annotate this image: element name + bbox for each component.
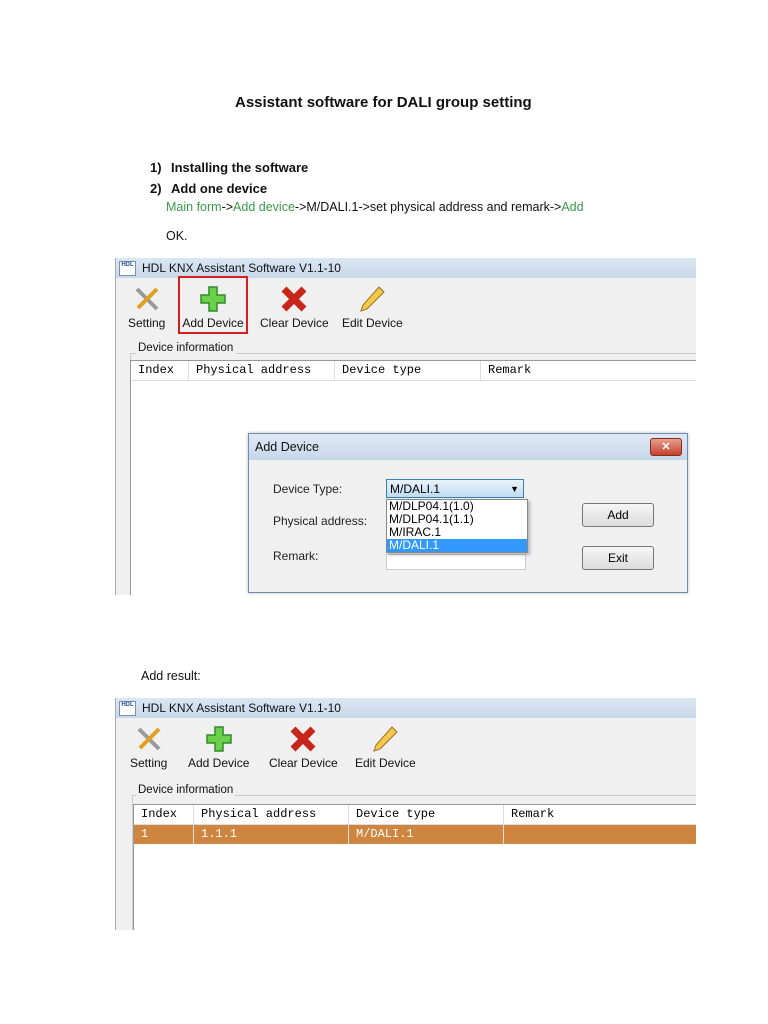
setting-label: Setting: [128, 316, 166, 330]
cell-remark: [504, 825, 696, 844]
table-header: Index Physical address Device type Remar…: [131, 361, 696, 381]
red-x-icon: [269, 722, 338, 756]
cell-address: 1.1.1: [194, 825, 349, 844]
ok-text: OK.: [166, 229, 188, 243]
clear-device-label: Clear Device: [260, 316, 329, 330]
setting-button[interactable]: Setting: [130, 722, 167, 770]
remark-input[interactable]: [386, 554, 526, 570]
device-type-value: M/DALI.1: [390, 482, 441, 496]
table-row[interactable]: 1 1.1.1 M/DALI.1: [134, 825, 696, 844]
col-device-type[interactable]: Device type: [349, 805, 504, 824]
option-dali[interactable]: M/DALI.1: [387, 539, 527, 552]
app-icon: HDL: [119, 261, 136, 276]
clear-device-button[interactable]: Clear Device: [260, 282, 329, 330]
edit-device-label: Edit Device: [355, 756, 416, 770]
exit-button[interactable]: Exit: [582, 546, 654, 570]
clear-device-button[interactable]: Clear Device: [269, 722, 338, 770]
pencil-icon: [355, 722, 416, 756]
window-title: HDL KNX Assistant Software V1.1-10: [142, 261, 341, 275]
chevron-down-icon: ▼: [510, 484, 519, 494]
edit-device-label: Edit Device: [342, 316, 403, 330]
add-device-dialog: Add Device ✕ Device Type: Physical addre…: [248, 433, 688, 593]
col-remark[interactable]: Remark: [481, 361, 696, 380]
add-device-label: Add Device: [182, 316, 244, 330]
pencil-icon: [342, 282, 403, 316]
dialog-title: Add Device: [249, 434, 687, 460]
add-device-label: Add Device: [188, 756, 250, 770]
step-1-text: Installing the software: [171, 160, 309, 175]
window-title: HDL KNX Assistant Software V1.1-10: [142, 701, 341, 715]
toolbar: Setting Add Device Clear Device Edit Dev…: [116, 276, 696, 342]
device-type-select[interactable]: M/DALI.1 ▼: [386, 479, 524, 498]
col-device-type[interactable]: Device type: [335, 361, 481, 380]
remark-label: Remark:: [273, 549, 319, 563]
red-x-icon: [260, 282, 329, 316]
doc-title: Assistant software for DALI group settin…: [235, 94, 532, 111]
physical-address-label: Physical address:: [273, 514, 368, 528]
device-type-dropdown: M/DLP04.1(1.0) M/DLP04.1(1.1) M/IRAC.1 M…: [386, 499, 528, 553]
device-type-label: Device Type:: [273, 482, 343, 496]
group-label: Device information: [136, 784, 236, 796]
col-index[interactable]: Index: [131, 361, 189, 380]
edit-device-button[interactable]: Edit Device: [342, 282, 403, 330]
app-window-2: HDL HDL KNX Assistant Software V1.1-10 Se…: [115, 698, 696, 930]
col-physical-address[interactable]: Physical address: [189, 361, 335, 380]
table-header: Index Physical address Device type Remar…: [134, 805, 696, 825]
cell-index: 1: [134, 825, 194, 844]
add-device-button[interactable]: Add Device: [188, 722, 249, 770]
device-table: Index Physical address Device type Remar…: [133, 804, 696, 930]
step-2-num: 2): [150, 181, 162, 196]
setting-label: Setting: [130, 756, 168, 770]
instr-add: Add: [561, 200, 584, 214]
app-icon: HDL: [119, 701, 136, 716]
col-index[interactable]: Index: [134, 805, 194, 824]
document-page: Assistant software for DALI group settin…: [0, 0, 768, 1024]
title-bar: HDL HDL KNX Assistant Software V1.1-10: [116, 258, 696, 278]
instr-main-form: Main form: [166, 200, 222, 214]
step-2-text: Add one device: [171, 181, 268, 196]
toolbar: Setting Add Device Clear Device Edit Dev…: [116, 718, 696, 782]
edit-device-button[interactable]: Edit Device: [355, 722, 416, 770]
add-button[interactable]: Add: [582, 503, 654, 527]
title-bar: HDL HDL KNX Assistant Software V1.1-10: [116, 698, 696, 718]
add-device-button[interactable]: Add Device: [178, 276, 248, 334]
instruction-line: Main form->Add device->M/DALI.1->set phy…: [166, 200, 584, 214]
close-button[interactable]: ✕: [650, 438, 682, 456]
instr-middle: ->M/DALI.1->set physical address and rem…: [294, 200, 562, 214]
add-result-text: Add result:: [141, 669, 201, 683]
tools-icon: [130, 722, 167, 756]
clear-device-label: Clear Device: [269, 756, 338, 770]
setting-button[interactable]: Setting: [128, 282, 165, 330]
tools-icon: [128, 282, 165, 316]
cell-type: M/DALI.1: [349, 825, 504, 844]
instr-add-device: Add device: [233, 200, 295, 214]
group-label: Device information: [136, 342, 236, 354]
plus-icon: [188, 722, 249, 756]
instr-arrow: ->: [221, 200, 234, 214]
step-1-num: 1): [150, 160, 162, 175]
col-physical-address[interactable]: Physical address: [194, 805, 349, 824]
col-remark[interactable]: Remark: [504, 805, 696, 824]
plus-icon: [180, 282, 246, 316]
